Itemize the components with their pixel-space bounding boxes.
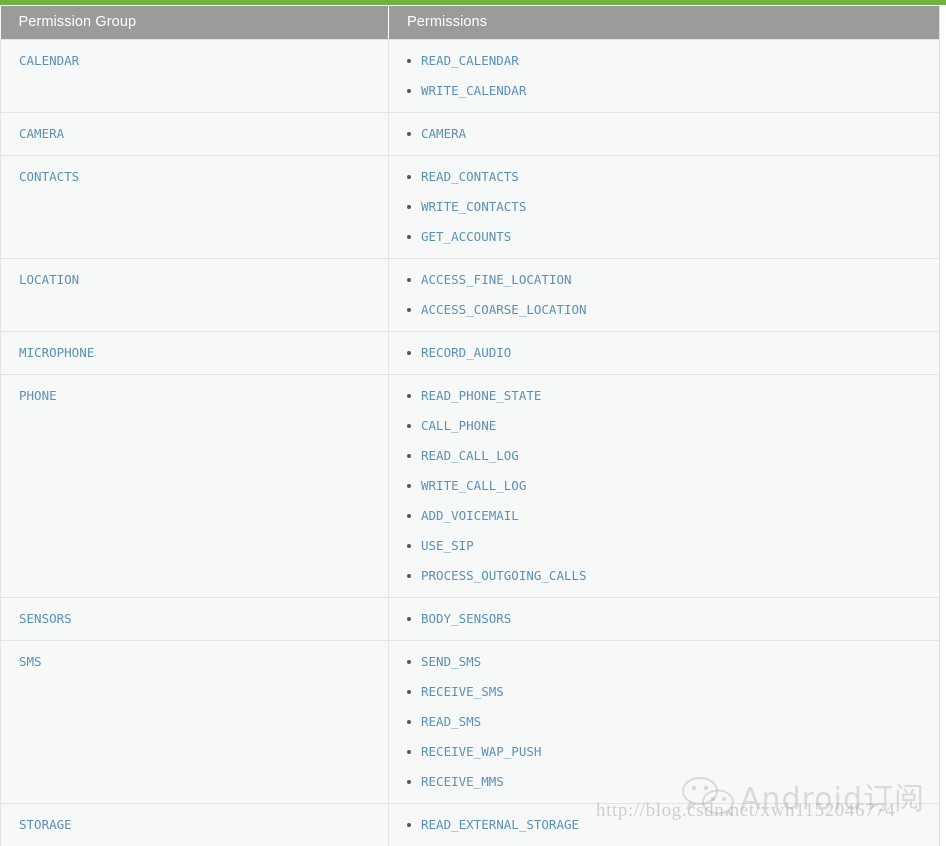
permission-group-cell: PHONE — [1, 375, 389, 598]
permission-item[interactable]: SEND_SMS — [389, 647, 939, 677]
permission-group-label[interactable]: CAMERA — [19, 126, 64, 141]
permission-item[interactable]: RECEIVE_SMS — [389, 677, 939, 707]
permission-group-label[interactable]: STORAGE — [19, 817, 72, 832]
table-row: STORAGE READ_EXTERNAL_STORAGE — [1, 804, 940, 846]
permission-item[interactable]: CAMERA — [389, 119, 939, 149]
permission-item[interactable]: WRITE_CONTACTS — [389, 192, 939, 222]
top-accent-bar — [0, 0, 946, 5]
permission-group-cell: CAMERA — [1, 113, 389, 156]
column-header-permissions: Permissions — [389, 6, 940, 40]
permission-item[interactable]: USE_SIP — [389, 531, 939, 561]
permission-list: RECORD_AUDIO — [389, 338, 939, 368]
table-row: PHONE READ_PHONE_STATECALL_PHONEREAD_CALL… — [1, 375, 940, 598]
permission-list: READ_PHONE_STATECALL_PHONEREAD_CALL_LOGW… — [389, 381, 939, 591]
permission-list: READ_CONTACTSWRITE_CONTACTSGET_ACCOUNTS — [389, 162, 939, 252]
permissions-cell: READ_CONTACTSWRITE_CONTACTSGET_ACCOUNTS — [389, 156, 940, 259]
permission-group-label[interactable]: CONTACTS — [19, 169, 79, 184]
column-header-permission-group: Permission Group — [1, 6, 389, 40]
permission-item[interactable]: READ_SMS — [389, 707, 939, 737]
permission-group-cell: LOCATION — [1, 259, 389, 332]
permissions-cell: CAMERA — [389, 113, 940, 156]
permission-group-cell: MICROPHONE — [1, 332, 389, 375]
permission-list: CAMERA — [389, 119, 939, 149]
permission-item[interactable]: GET_ACCOUNTS — [389, 222, 939, 252]
permission-item[interactable]: WRITE_CALL_LOG — [389, 471, 939, 501]
permissions-cell: READ_CALENDARWRITE_CALENDAR — [389, 40, 940, 113]
permission-item[interactable]: CALL_PHONE — [389, 411, 939, 441]
permission-item[interactable]: READ_CONTACTS — [389, 162, 939, 192]
permissions-cell: BODY_SENSORS — [389, 598, 940, 641]
table-header-row: Permission Group Permissions — [1, 6, 940, 40]
table-row: SMS SEND_SMSRECEIVE_SMSREAD_SMSRECEIVE_WA… — [1, 641, 940, 804]
permission-list: BODY_SENSORS — [389, 604, 939, 634]
permission-group-label[interactable]: CALENDAR — [19, 53, 79, 68]
permissions-cell: READ_EXTERNAL_STORAGE — [389, 804, 940, 846]
table-body: CALENDAR READ_CALENDARWRITE_CALENDAR CAMER… — [1, 40, 940, 846]
permission-item[interactable]: ACCESS_FINE_LOCATION — [389, 265, 939, 295]
permission-group-cell: STORAGE — [1, 804, 389, 846]
permission-item[interactable]: READ_PHONE_STATE — [389, 381, 939, 411]
permission-list: READ_CALENDARWRITE_CALENDAR — [389, 46, 939, 106]
permission-group-cell: SMS — [1, 641, 389, 804]
permission-item[interactable]: RECEIVE_WAP_PUSH — [389, 737, 939, 767]
permissions-cell: SEND_SMSRECEIVE_SMSREAD_SMSRECEIVE_WAP_P… — [389, 641, 940, 804]
table-header: Permission Group Permissions — [1, 6, 940, 40]
permission-list: ACCESS_FINE_LOCATIONACCESS_COARSE_LOCATI… — [389, 265, 939, 325]
table-row: SENSORS BODY_SENSORS — [1, 598, 940, 641]
table-row: LOCATION ACCESS_FINE_LOCATIONACCESS_COARS… — [1, 259, 940, 332]
permission-group-cell: CONTACTS — [1, 156, 389, 259]
permissions-cell: READ_PHONE_STATECALL_PHONEREAD_CALL_LOGW… — [389, 375, 940, 598]
permission-item[interactable]: PROCESS_OUTGOING_CALLS — [389, 561, 939, 591]
permissions-cell: RECORD_AUDIO — [389, 332, 940, 375]
permission-item[interactable]: RECORD_AUDIO — [389, 338, 939, 368]
table-row: MICROPHONE RECORD_AUDIO — [1, 332, 940, 375]
permission-group-label[interactable]: MICROPHONE — [19, 345, 94, 360]
table-row: CAMERA CAMERA — [1, 113, 940, 156]
permission-item[interactable]: BODY_SENSORS — [389, 604, 939, 634]
permissions-table: Permission Group Permissions CALENDAR REA… — [0, 6, 940, 846]
permission-list: SEND_SMSRECEIVE_SMSREAD_SMSRECEIVE_WAP_P… — [389, 647, 939, 797]
permission-group-label[interactable]: SENSORS — [19, 611, 72, 626]
table-row: CALENDAR READ_CALENDARWRITE_CALENDAR — [1, 40, 940, 113]
table-row: CONTACTS READ_CONTACTSWRITE_CONTACTSGET_A… — [1, 156, 940, 259]
permission-item[interactable]: ADD_VOICEMAIL — [389, 501, 939, 531]
permission-item[interactable]: WRITE_CALENDAR — [389, 76, 939, 106]
permission-group-cell: SENSORS — [1, 598, 389, 641]
permission-item[interactable]: READ_CALENDAR — [389, 46, 939, 76]
permission-item[interactable]: READ_CALL_LOG — [389, 441, 939, 471]
permission-item[interactable]: ACCESS_COARSE_LOCATION — [389, 295, 939, 325]
permission-group-cell: CALENDAR — [1, 40, 389, 113]
permission-group-label[interactable]: LOCATION — [19, 272, 79, 287]
permissions-table-container: Permission Group Permissions CALENDAR REA… — [0, 6, 946, 846]
permissions-cell: ACCESS_FINE_LOCATIONACCESS_COARSE_LOCATI… — [389, 259, 940, 332]
permission-group-label[interactable]: SMS — [19, 654, 42, 669]
permission-item[interactable]: RECEIVE_MMS — [389, 767, 939, 797]
permission-group-label[interactable]: PHONE — [19, 388, 57, 403]
